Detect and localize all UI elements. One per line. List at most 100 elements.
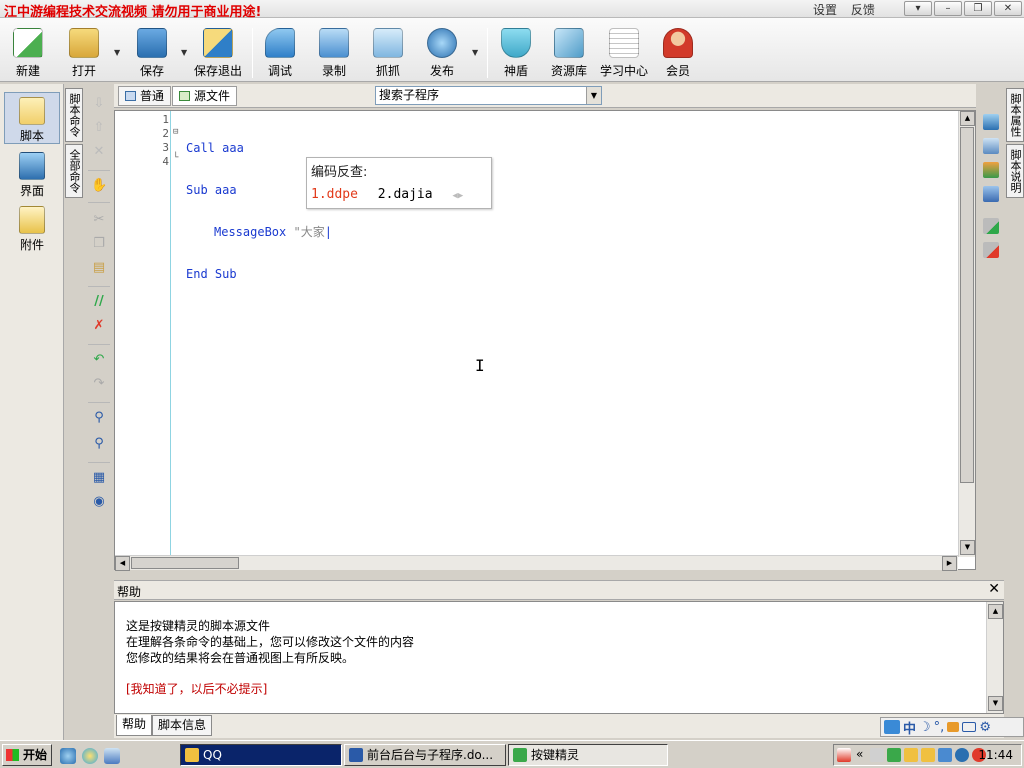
system-tray: « 11:44	[833, 744, 1022, 766]
ime-page-arrows-icon[interactable]: ◀▶	[452, 191, 463, 201]
redo-icon[interactable]: ↷	[91, 376, 107, 392]
paste-icon[interactable]: ▤	[91, 260, 107, 276]
dismiss-help-link[interactable]: [我知道了，以后不必提示]	[126, 680, 267, 697]
chevron-down-icon[interactable]: ▼	[586, 87, 601, 104]
close-icon[interactable]: ✕	[994, 1, 1022, 16]
search-subroutine-select[interactable]: 搜索子程序 ▼	[375, 86, 602, 105]
new-button[interactable]: 新建	[0, 28, 56, 79]
plugin-icon[interactable]	[983, 186, 999, 202]
tab-script-info[interactable]: 脚本信息	[152, 715, 213, 736]
undo-icon[interactable]: ↶	[91, 352, 107, 368]
editor-vertical-scrollbar[interactable]: ▲ ▼	[958, 111, 975, 557]
ime-candidate[interactable]: 2.dajia	[378, 187, 433, 202]
move-down-icon[interactable]: ⇩	[91, 96, 107, 112]
minimize-icon[interactable]: –	[934, 1, 962, 16]
help-text: 这是按键精灵的脚本源文件 在理解各条命令的基础上，您可以修改这个文件的内容 您修…	[126, 619, 415, 665]
ime-candidate[interactable]: 1.ddpe	[311, 187, 358, 202]
cut-icon[interactable]: ✂	[91, 212, 107, 228]
resource-library-button[interactable]: 资源库	[541, 28, 597, 79]
save-exit-button[interactable]: 保存退出	[190, 28, 246, 79]
add-tool-icon[interactable]	[983, 218, 999, 234]
help-vertical-scrollbar[interactable]: ▲ ▼	[986, 602, 1003, 713]
publish-dropdown-arrow[interactable]: ▼	[472, 48, 478, 57]
tab-script-description[interactable]: 脚本说明	[1006, 144, 1024, 198]
remove-tool-icon[interactable]	[983, 242, 999, 258]
move-up-icon[interactable]: ⇧	[91, 120, 107, 136]
tray-monitor-icon[interactable]	[938, 748, 952, 762]
nav-item-script[interactable]: 脚本	[4, 92, 60, 144]
tray-globe-icon[interactable]	[955, 748, 969, 762]
open-button[interactable]: 打开	[56, 28, 112, 79]
properties-icon[interactable]: ▦	[91, 470, 107, 486]
editor-horizontal-scrollbar[interactable]: ◀ ▶	[115, 555, 958, 571]
tray-qq2-icon[interactable]	[921, 748, 935, 762]
task-word-doc[interactable]: 前台后台与子程序.do...	[344, 744, 506, 766]
punctuation-icon[interactable]: °,	[934, 720, 945, 735]
find-replace-icon[interactable]: ⚲	[91, 436, 107, 452]
tab-all-commands[interactable]: 全部命令	[65, 144, 83, 198]
ime-candidate-popup: 编码反查: 1.ddpe 2.dajia ◀▶	[306, 157, 492, 209]
tray-qq-icon[interactable]	[904, 748, 918, 762]
tray-expand-icon[interactable]: «	[856, 747, 863, 761]
shield-button[interactable]: 神盾	[488, 28, 544, 79]
keyboard-icon[interactable]	[962, 722, 977, 732]
uncomment-icon[interactable]: ✗	[91, 318, 107, 334]
hand-icon[interactable]: ✋	[91, 178, 107, 194]
scroll-thumb[interactable]	[131, 557, 239, 569]
record-button[interactable]: 录制	[306, 28, 362, 79]
settings-wrench-icon[interactable]: ⚙	[979, 720, 991, 735]
learning-center-button[interactable]: 学习中心	[596, 28, 652, 79]
close-icon[interactable]: ✕	[988, 581, 1000, 597]
moon-icon[interactable]: ☽	[919, 720, 931, 735]
start-button[interactable]: 开始	[2, 744, 52, 766]
tab-script-commands[interactable]: 脚本命令	[65, 88, 83, 142]
view-eye-icon[interactable]: ◉	[91, 494, 107, 510]
save-button[interactable]: 保存	[124, 28, 180, 79]
delete-icon[interactable]: ✕	[91, 144, 107, 160]
feedback-link[interactable]: 反馈	[851, 3, 875, 17]
open-dropdown-arrow[interactable]: ▼	[114, 48, 120, 57]
quicklaunch-desktop-icon[interactable]	[60, 748, 76, 764]
tab-normal[interactable]: 普通	[118, 86, 172, 106]
task-qq[interactable]: QQ	[180, 744, 342, 766]
tray-app-icon[interactable]	[837, 748, 851, 762]
skin-icon[interactable]	[947, 722, 960, 732]
quicklaunch-media-icon[interactable]	[104, 748, 120, 764]
scroll-up-icon[interactable]: ▲	[960, 111, 975, 126]
tab-script-properties[interactable]: 脚本属性	[1006, 88, 1024, 142]
copy-icon[interactable]: ❐	[91, 236, 107, 252]
member-button[interactable]: 会员	[650, 28, 706, 79]
code-editor[interactable]: 1 2 3 4 ⊟ └ Call aaa Sub aaa MessageBox …	[114, 110, 976, 571]
fold-toggle-icon[interactable]: ⊟	[173, 127, 178, 137]
book-icon[interactable]	[983, 114, 999, 130]
scroll-thumb[interactable]	[960, 127, 974, 483]
quicklaunch-ie-icon[interactable]	[82, 748, 98, 764]
ime-status-bar: 中 ☽ °, ⚙	[880, 717, 1024, 737]
scroll-up-icon[interactable]: ▲	[988, 604, 1003, 619]
debug-button[interactable]: 调试	[252, 28, 308, 79]
ime-mode-indicator[interactable]: 中	[903, 718, 916, 737]
tab-source[interactable]: 源文件	[172, 86, 238, 106]
task-anjian[interactable]: 按键精灵	[508, 744, 668, 766]
scroll-down-icon[interactable]: ▼	[960, 540, 975, 555]
save-dropdown-arrow[interactable]: ▼	[181, 48, 187, 57]
chevron-down-icon[interactable]: ▾	[904, 1, 932, 16]
scroll-down-icon[interactable]: ▼	[988, 696, 1003, 711]
code-text[interactable]: Call aaa Sub aaa MessageBox "大家| End Sub	[186, 113, 332, 309]
scroll-left-icon[interactable]: ◀	[115, 556, 130, 571]
palette-icon[interactable]	[983, 162, 999, 178]
settings-link[interactable]: 设置	[813, 3, 837, 17]
tab-help[interactable]: 帮助	[116, 715, 153, 736]
ime-logo-icon[interactable]	[884, 720, 900, 734]
tray-network-icon[interactable]	[870, 748, 884, 762]
grab-button[interactable]: 抓抓	[360, 28, 416, 79]
tray-green-icon[interactable]	[887, 748, 901, 762]
nav-item-interface[interactable]: 界面	[4, 148, 60, 200]
nav-item-attachment[interactable]: 附件	[4, 202, 60, 254]
list-icon[interactable]	[983, 138, 999, 154]
publish-button[interactable]: 发布	[414, 28, 470, 79]
find-icon[interactable]: ⚲	[91, 410, 107, 426]
restore-icon[interactable]: ❐	[964, 1, 992, 16]
scroll-right-icon[interactable]: ▶	[942, 556, 957, 571]
comment-icon[interactable]: //	[91, 294, 107, 310]
